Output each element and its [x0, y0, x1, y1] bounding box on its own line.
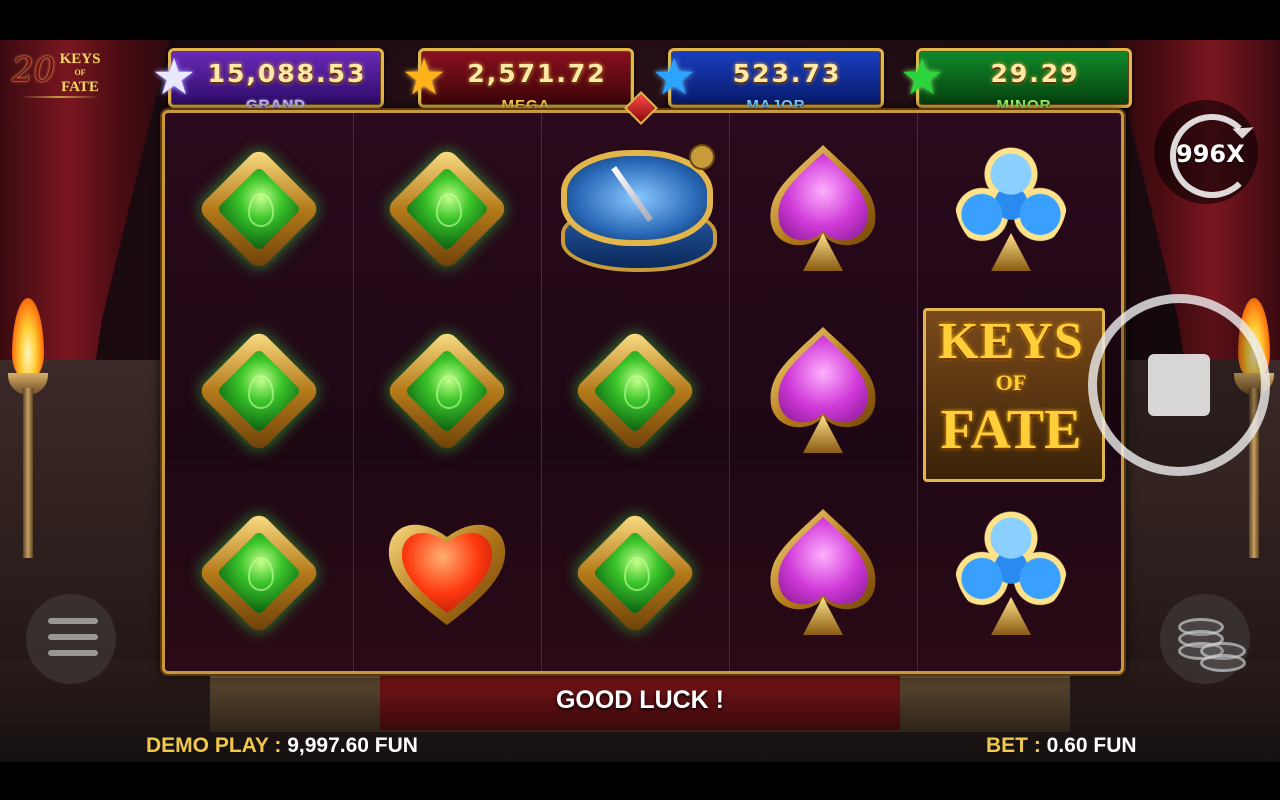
autoplay-count: 996X [1176, 140, 1245, 168]
balance-display: DEMO PLAY : 9,997.60 FUN [146, 734, 418, 758]
status-message: GOOD LUCK ! [555, 686, 725, 714]
reel-cell [353, 301, 541, 483]
bottom-bar [0, 762, 1280, 800]
game-scene: 20 KEYS OF FATE ★ 15,088.53 GRAND ★ 2,57… [0, 0, 1280, 800]
green-diamond-symbol [572, 509, 698, 639]
jackpot-major: ★ 523.73 MAJOR [652, 48, 884, 114]
jackpot-amount: 29.29 [990, 59, 1080, 88]
logo-symbol-keys: KEYS [938, 313, 1084, 370]
reel-5: KEYS OF FATE [917, 113, 1105, 671]
hamburger-icon [48, 650, 98, 656]
reel-grid: KEYS OF FATE [162, 110, 1124, 674]
logo-word-keys: KEYS [59, 51, 101, 67]
logo-symbol-fate: FATE [940, 399, 1082, 461]
logo-divider [20, 96, 100, 98]
red-heart-symbol [387, 509, 507, 639]
star-icon: ★ [151, 49, 197, 105]
balance-label: DEMO PLAY : [146, 734, 282, 757]
bet-label: BET : [986, 734, 1041, 757]
green-diamond-symbol [384, 145, 510, 275]
reel-cell [165, 483, 353, 665]
jackpot-amount: 2,571.72 [467, 59, 607, 88]
reel-cell [165, 301, 353, 483]
reel-cell [917, 483, 1105, 665]
reel-cell [729, 119, 917, 301]
green-diamond-symbol [196, 327, 322, 457]
green-diamond-symbol [196, 145, 322, 275]
reel-cell [917, 119, 1105, 301]
hamburger-icon [48, 634, 98, 640]
balance-value: 9,997.60 FUN [287, 734, 418, 757]
reel-cell [729, 301, 917, 483]
reel-cell [541, 301, 729, 483]
star-icon: ★ [651, 49, 697, 105]
autoplay-button[interactable]: 996X [1154, 100, 1258, 204]
compass-symbol [555, 140, 717, 280]
green-diamond-symbol [384, 327, 510, 457]
bet-settings-button[interactable] [1160, 594, 1250, 684]
torch-pole [23, 388, 33, 558]
jackpot-amount: 523.73 [732, 59, 842, 88]
star-icon: ★ [401, 49, 447, 105]
logo-word-fate: FATE [61, 79, 99, 95]
logo-symbol-of: OF [995, 370, 1027, 395]
stop-icon [1148, 354, 1210, 416]
reel-cell [353, 119, 541, 301]
blue-club-symbol [951, 145, 1071, 275]
game-logo: 20 KEYS OF FATE [12, 48, 104, 104]
purple-spade-symbol [763, 327, 883, 457]
reel-cell [353, 483, 541, 665]
left-torch [8, 298, 48, 558]
keys-of-fate-symbol: KEYS OF FATE [917, 306, 1105, 482]
jackpot-grand: ★ 15,088.53 GRAND [152, 48, 384, 114]
reel-cell [165, 119, 353, 301]
reel-cell [541, 483, 729, 665]
jackpot-minor: ★ 29.29 MINOR [900, 48, 1132, 114]
coin-stack-icon [1200, 654, 1246, 672]
purple-spade-symbol [763, 509, 883, 639]
logo-word-of: OF [74, 68, 86, 77]
logo-title: KEYS OF FATE [56, 51, 104, 95]
purple-spade-symbol [763, 145, 883, 275]
hamburger-icon [48, 618, 98, 624]
bet-value: 0.60 FUN [1046, 734, 1137, 757]
torch-flame [12, 298, 44, 378]
reel-cell [541, 119, 729, 301]
jackpot-mega: ★ 2,571.72 MEGA [402, 48, 634, 114]
reel-3 [541, 113, 730, 671]
menu-button[interactable] [26, 594, 116, 684]
green-diamond-symbol [196, 509, 322, 639]
jackpot-amount: 15,088.53 [207, 59, 367, 88]
blue-club-symbol [951, 509, 1071, 639]
star-icon: ★ [899, 49, 945, 105]
bet-display: BET : 0.60 FUN [986, 734, 1137, 758]
top-letterbox [0, 0, 1280, 40]
reel-cell [729, 483, 917, 665]
stop-spin-button[interactable] [1088, 294, 1270, 476]
reel-cell: KEYS OF FATE [917, 301, 1105, 483]
logo-number: 20 [12, 50, 56, 90]
reel-4 [729, 113, 918, 671]
reel-2 [353, 113, 542, 671]
reel-1 [165, 113, 354, 671]
green-diamond-symbol [572, 327, 698, 457]
